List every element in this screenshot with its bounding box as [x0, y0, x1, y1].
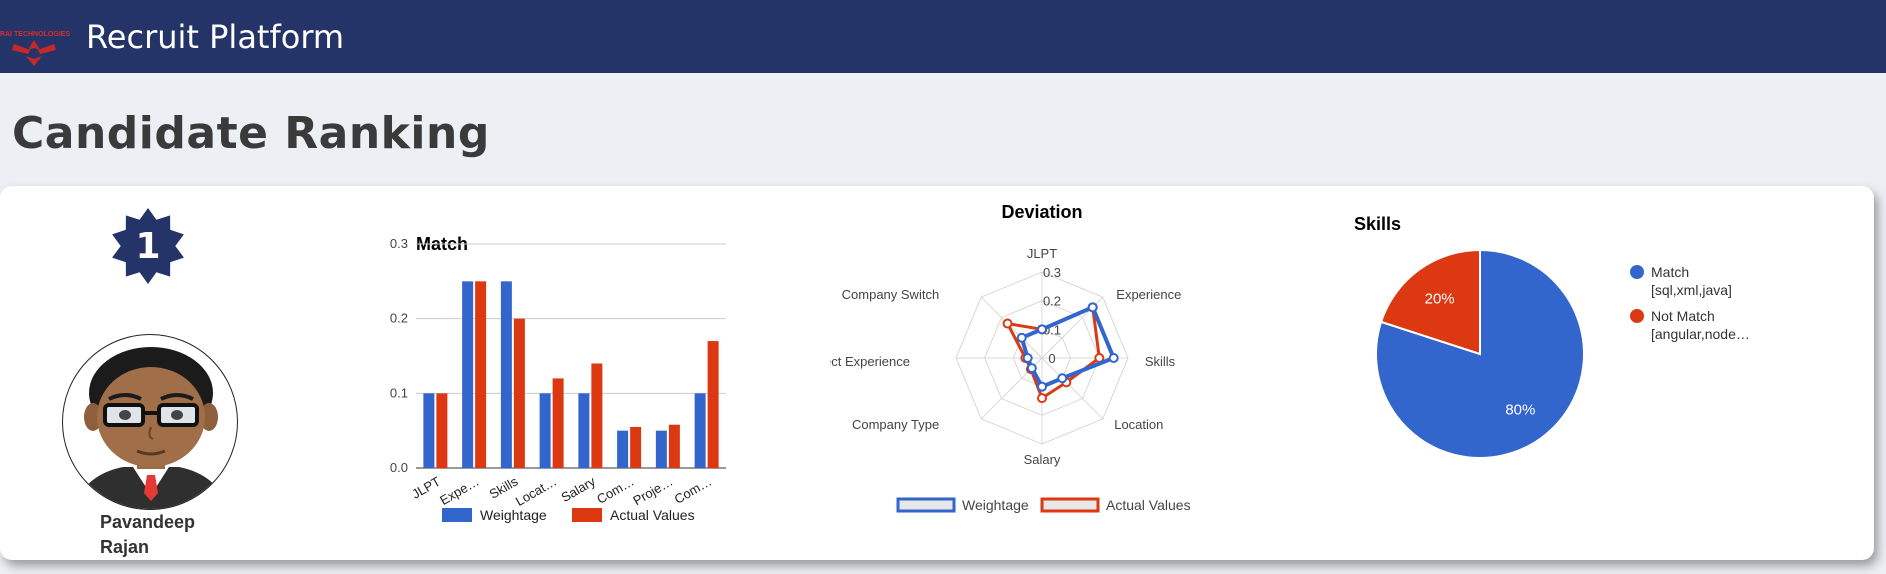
x-tick-label: Expe…	[437, 474, 481, 508]
radar-axis-label: Experience	[1116, 287, 1181, 302]
radar-axis-label: Salary	[1024, 452, 1061, 467]
radar-point	[1026, 363, 1037, 374]
chart-title: Skills	[1354, 214, 1401, 234]
radial-tick-label: 0.3	[1043, 265, 1061, 280]
deviation-chart-svg: Deviation00.10.20.3JLPTExperienceSkillsL…	[801, 202, 1191, 513]
y-tick-label: 0.3	[390, 236, 408, 251]
candidate-profile: 1 Pavandeep Rajan	[50, 208, 250, 557]
bar-weightage	[500, 281, 512, 468]
company-logo[interactable]: RAI TECHNOLOGIES	[0, 26, 70, 70]
radar-point	[1037, 324, 1047, 335]
skills-pie-chart: Skills 80% 20% Match [sql,xml,java] Not Match…	[1340, 206, 1780, 546]
candidate-last-name: Rajan	[100, 537, 150, 557]
legend-swatch	[1040, 497, 1100, 513]
legend-label: Not Match	[1651, 308, 1715, 324]
legend-label: Weightage	[962, 497, 1029, 513]
candidate-avatar-image	[73, 347, 229, 509]
bar-actual	[591, 363, 603, 468]
bar-weightage	[617, 430, 629, 468]
legend-dot	[1630, 265, 1644, 279]
rank-number: 1	[135, 226, 161, 267]
radar-point	[1037, 393, 1047, 404]
bar-actual	[513, 318, 525, 468]
candidate-name[interactable]: Pavandeep Rajan	[100, 510, 240, 560]
x-tick-label: Com…	[672, 474, 715, 507]
y-tick-label: 0.0	[390, 460, 408, 475]
deviation-radar-chart: Deviation 0 0.1 0.2 0.3 JLPT Experience Skills L…	[801, 200, 1250, 540]
radar-point	[1037, 381, 1047, 392]
bar-actual	[707, 341, 719, 468]
avatar	[62, 334, 238, 510]
legend-label: Match	[1651, 264, 1689, 280]
legend-detail: [sql,xml,java]	[1651, 282, 1732, 298]
match-chart-svg: Match0.00.10.20.3JLPTExpe… SkillsLocat… Sa…	[390, 234, 726, 523]
y-tick-label: 0.2	[390, 311, 408, 326]
bar-weightage	[539, 393, 551, 468]
legend-label: Actual Values	[610, 507, 695, 523]
legend-label: Actual Values	[1106, 497, 1191, 513]
pie-slice-label: 20%	[1425, 290, 1455, 307]
chart-title: Deviation	[1001, 202, 1082, 222]
bar-actual	[552, 378, 564, 468]
top-navbar: RAI TECHNOLOGIES Recruit Platform	[0, 0, 1886, 73]
bar-weightage	[423, 393, 435, 468]
y-tick-label: 0.1	[390, 385, 408, 400]
radar-axis-label: Skills	[1145, 354, 1176, 369]
radar-point	[1016, 332, 1027, 343]
app-title[interactable]: Recruit Platform	[86, 18, 344, 56]
x-tick-label: Locat…	[513, 474, 559, 509]
bar-weightage	[655, 430, 667, 468]
match-bar-chart: Match 0.0 0.1 0.2 0.3 JLPT Expe… Skills Locat… Sa…	[374, 202, 754, 542]
bar-weightage	[694, 393, 706, 468]
x-tick-label: Proje…	[630, 474, 675, 509]
radar-point	[1022, 353, 1033, 363]
legend-swatch	[572, 508, 602, 522]
radar-axis-label: Location	[1114, 417, 1163, 432]
candidate-card: 1 Pavandeep Rajan Match 0.0 0.1 0.2 0.3 …	[0, 186, 1874, 560]
radar-axis-label: JLPT	[1027, 246, 1057, 261]
x-tick-label: Salary	[558, 473, 598, 505]
radar-axis-label: Company Type	[852, 417, 939, 432]
radar-axis-label: Company Switch	[842, 287, 940, 302]
radial-tick-label: 0.2	[1043, 294, 1061, 309]
pie-slice-label: 80%	[1505, 402, 1535, 419]
bar-actual	[475, 281, 487, 468]
radar-series-weightage	[1019, 304, 1117, 390]
candidate-first-name: Pavandeep	[100, 512, 196, 532]
bar-weightage	[462, 281, 474, 468]
radial-tick-label: 0	[1048, 351, 1055, 366]
x-tick-label: Com…	[594, 474, 637, 507]
logo-emblem-icon	[12, 40, 56, 66]
radar-point	[1002, 318, 1013, 329]
legend-swatch	[896, 497, 956, 513]
bar-weightage	[578, 393, 590, 468]
radar-point	[1087, 302, 1098, 313]
radar-point	[1108, 353, 1119, 363]
bar-actual	[668, 424, 680, 468]
page-title: Candidate Ranking	[12, 108, 490, 159]
legend-detail: [angular,node…	[1651, 326, 1750, 342]
legend-swatch	[442, 508, 472, 522]
legend-dot	[1630, 309, 1644, 323]
bar-actual	[436, 393, 448, 468]
bar-actual	[630, 426, 642, 468]
radar-point	[1057, 373, 1068, 384]
radar-axis-label: Project Experience	[830, 354, 910, 369]
legend-label: Weightage	[480, 507, 547, 523]
skills-chart-svg: Skills 80% 20% Match [sql,xml,java] Not Match…	[1354, 214, 1750, 459]
